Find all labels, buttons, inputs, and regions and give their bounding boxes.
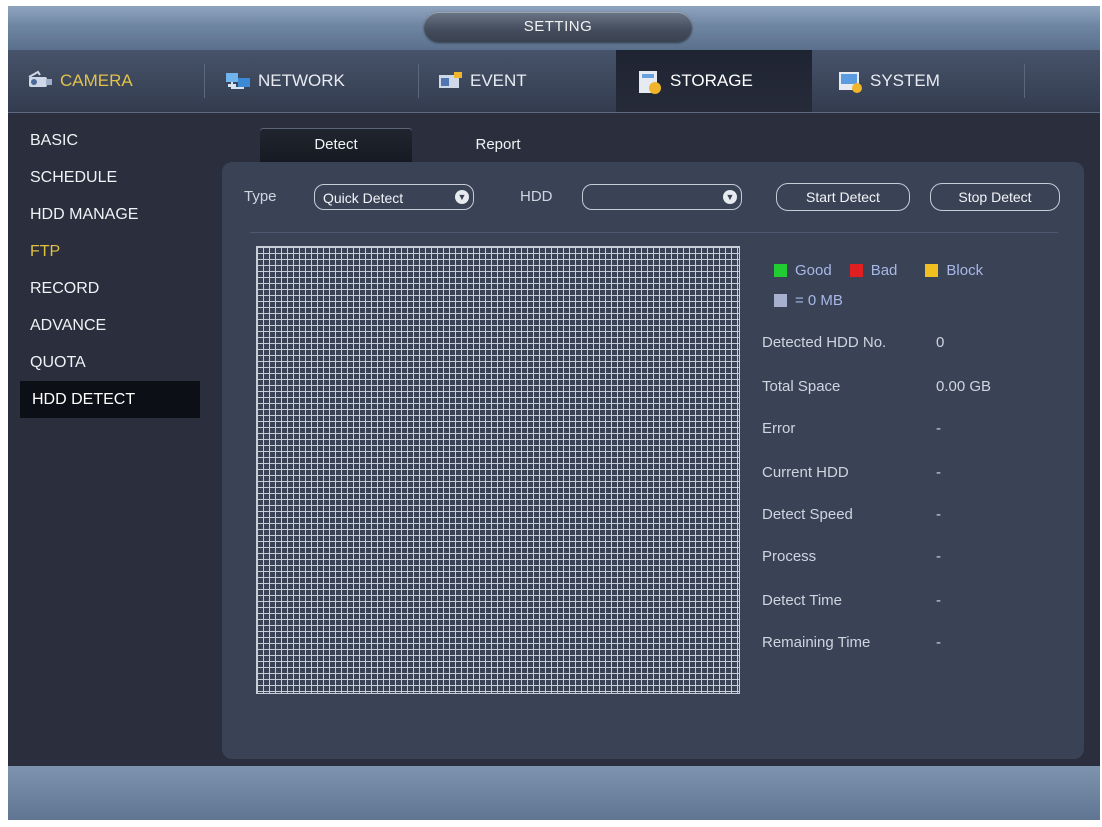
good-swatch: [774, 264, 787, 277]
network-icon: [224, 69, 252, 93]
tab-system-label: SYSTEM: [870, 71, 940, 90]
tab-detect[interactable]: Detect: [260, 128, 412, 162]
hdd-select[interactable]: ▼: [582, 184, 742, 210]
bottom-bar: [8, 766, 1100, 820]
stop-detect-button[interactable]: Stop Detect: [930, 183, 1060, 211]
divider: [250, 232, 1058, 233]
process-label: Process: [762, 548, 817, 565]
detect-time-label: Detect Time: [762, 592, 843, 609]
sidebar-item-schedule[interactable]: SCHEDULE: [8, 159, 208, 196]
tab-network[interactable]: NETWORK: [224, 50, 345, 112]
sidebar-item-hdd-manage[interactable]: HDD MANAGE: [8, 196, 208, 233]
event-icon: [436, 69, 464, 93]
tab-event[interactable]: EVENT: [436, 50, 527, 112]
legend-good: Good: [795, 262, 832, 279]
tab-network-label: NETWORK: [258, 71, 345, 90]
sidebar-item-basic[interactable]: BASIC: [8, 122, 208, 159]
total-space-value: 0.00 GB: [936, 378, 992, 395]
type-select-value: Quick Detect: [323, 190, 404, 206]
title-bar: SETTING: [8, 6, 1100, 50]
tab-system[interactable]: SYSTEM: [836, 50, 940, 112]
sidebar-item-record[interactable]: RECORD: [8, 270, 208, 307]
hdd-label: HDD: [520, 188, 553, 205]
sidebar-item-quota[interactable]: QUOTA: [8, 344, 208, 381]
tab-separator: [418, 64, 419, 98]
tab-report[interactable]: Report: [448, 128, 548, 162]
detect-speed-label: Detect Speed: [762, 506, 853, 523]
sidebar-item-ftp[interactable]: FTP: [8, 233, 208, 270]
legend-unit: = 0 MB: [774, 292, 861, 309]
tab-storage-label: STORAGE: [670, 71, 753, 90]
chevron-down-icon: ▼: [455, 190, 469, 204]
legend-block: Block: [946, 262, 984, 279]
detect-panel: Type Quick Detect ▼ HDD ▼ Start Detect S…: [222, 162, 1084, 759]
legend: Good Bad Block: [774, 262, 1001, 279]
start-detect-button[interactable]: Start Detect: [776, 183, 910, 211]
error-value: -: [936, 420, 941, 437]
tab-camera[interactable]: CAMERA: [26, 50, 133, 112]
detected-hdd-no-value: 0: [936, 334, 945, 351]
sidebar: BASIC SCHEDULE HDD MANAGE FTP RECORD ADV…: [8, 122, 208, 418]
current-hdd-label: Current HDD: [762, 464, 849, 481]
remaining-time-value: -: [936, 634, 941, 651]
tab-camera-label: CAMERA: [60, 71, 133, 90]
unit-swatch: [774, 294, 787, 307]
camera-icon: [26, 69, 54, 93]
error-label: Error: [762, 420, 796, 437]
setting-window: SETTING CAMERA NETWORK EVENT STORAGE SYS…: [8, 6, 1100, 820]
main-tab-bar: CAMERA NETWORK EVENT STORAGE SYSTEM: [8, 50, 1100, 113]
type-select[interactable]: Quick Detect ▼: [314, 184, 474, 210]
legend-unit-label: = 0 MB: [795, 292, 843, 309]
tab-storage[interactable]: STORAGE: [616, 50, 812, 112]
detect-speed-value: -: [936, 506, 941, 523]
remaining-time-label: Remaining Time: [762, 634, 871, 651]
process-value: -: [936, 548, 941, 565]
legend-bad: Bad: [870, 262, 898, 279]
sidebar-item-advance[interactable]: ADVANCE: [8, 307, 208, 344]
detected-hdd-no-label: Detected HDD No.: [762, 334, 887, 351]
disk-block-grid: [256, 246, 740, 694]
tab-event-label: EVENT: [470, 71, 527, 90]
current-hdd-value: -: [936, 464, 941, 481]
sidebar-item-hdd-detect[interactable]: HDD DETECT: [20, 381, 200, 418]
tab-separator: [1024, 64, 1025, 98]
bad-swatch: [849, 264, 863, 277]
type-label: Type: [244, 188, 277, 205]
total-space-label: Total Space: [762, 378, 841, 395]
tab-separator: [204, 64, 205, 98]
detect-time-value: -: [936, 592, 941, 609]
system-icon: [836, 69, 864, 93]
chevron-down-icon: ▼: [723, 190, 737, 204]
window-title: SETTING: [424, 12, 692, 42]
block-swatch: [925, 264, 939, 277]
storage-icon: [636, 69, 664, 94]
